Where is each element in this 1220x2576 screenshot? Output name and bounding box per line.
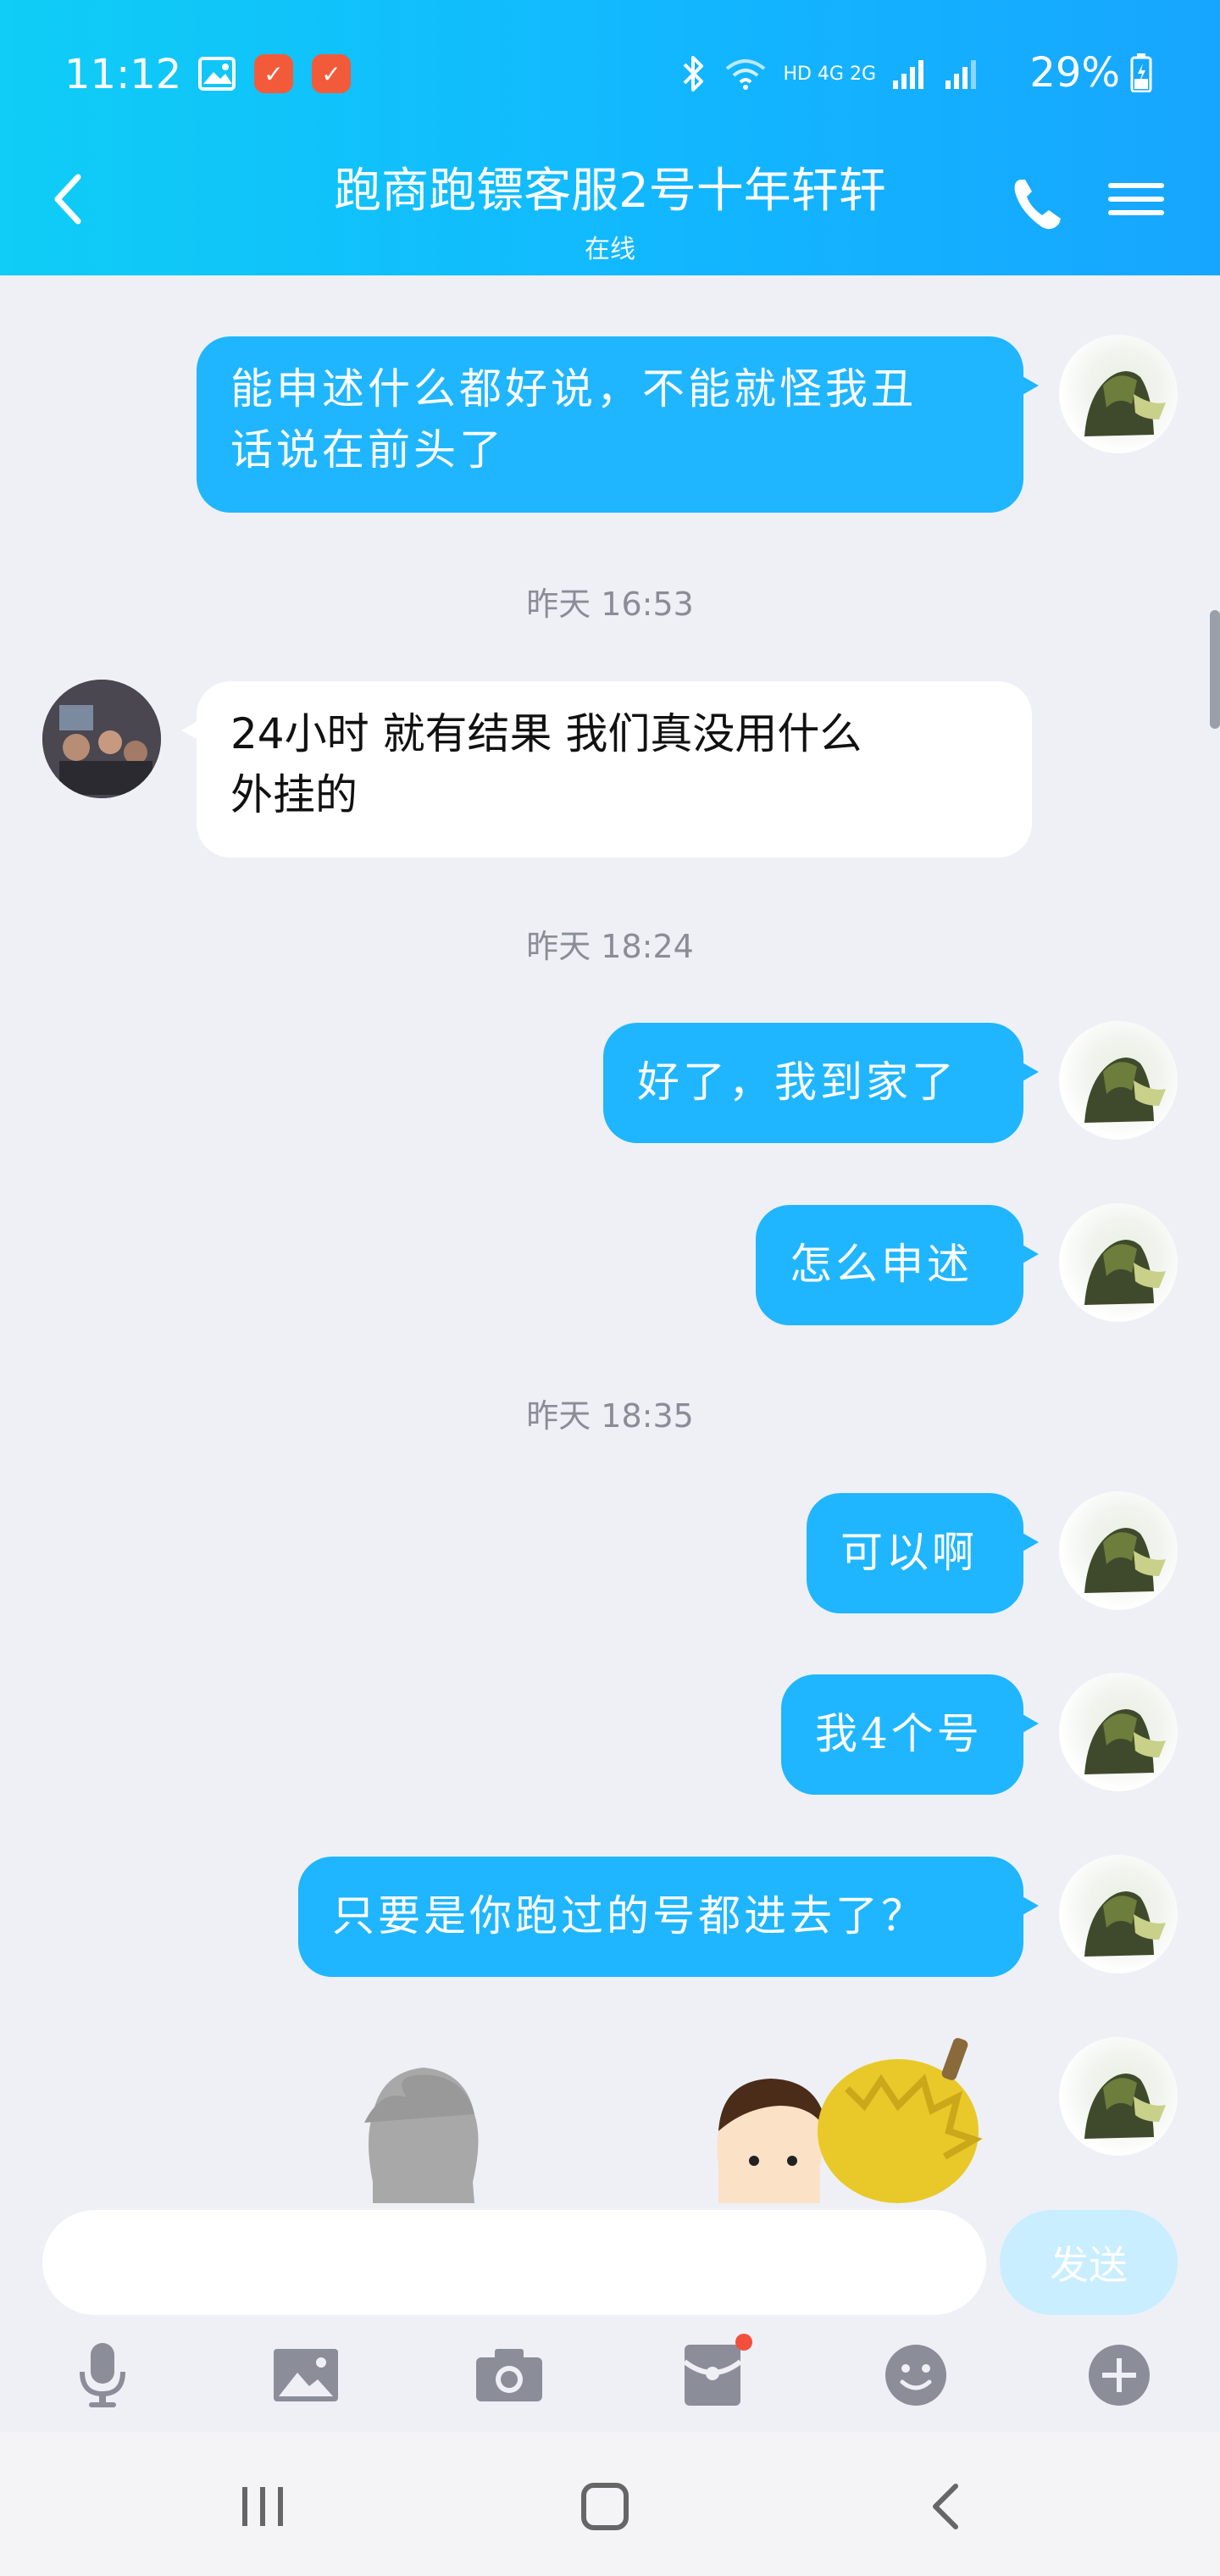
photo-button[interactable] [268,2337,344,2413]
my-avatar[interactable] [1059,1673,1178,1791]
network-label: HD 4G 2G [783,63,876,85]
menu-line [1108,183,1164,188]
avatar-image [1084,1709,1166,1774]
wifi-icon [726,59,766,90]
home-icon [581,2483,629,2530]
avatar-image [1084,371,1166,436]
input-bar: 发送 [0,2203,1220,2315]
outgoing-message[interactable]: 只要是你跑过的号都进去了？ [298,1857,1039,1977]
message-text: 只要是你跑过的号都进去了？ [332,1891,927,1940]
red-packet-icon [683,2345,742,2406]
battery-percent: 29% [1029,49,1120,97]
avatar-image [1084,1240,1166,1305]
camera-button[interactable] [471,2337,547,2413]
message-text-line: 外挂的 [230,770,358,819]
camera-icon [476,2349,542,2401]
avatar-image [1084,1058,1166,1123]
send-button[interactable]: 发送 [1000,2210,1178,2315]
message-text-line: 能申述什么都好说，不能就怪我丑 [230,364,917,414]
message-text-line: 话说在前头了 [230,425,505,475]
scrollbar[interactable] [1210,610,1220,729]
sticker-message[interactable] [339,2038,1008,2203]
system-icons: HD 4G 2G [678,54,981,93]
avatar-image [1084,1528,1166,1593]
voice-call-button[interactable] [1008,175,1068,234]
signal-icon-2 [946,60,976,89]
message-input[interactable] [42,2210,986,2315]
battery-icon [1130,53,1152,92]
system-nav-bar [0,2432,1220,2576]
gallery-notification-icon [198,57,236,91]
contact-avatar[interactable] [42,680,161,798]
app-notification-icon-2: ✓ [312,54,351,93]
outgoing-message[interactable]: 好了，我到家了 [603,1023,1039,1143]
avatar-image [42,680,161,798]
bluetooth-icon [684,56,704,92]
avatar-image [1084,2074,1166,2139]
phone-icon [1014,180,1061,230]
new-badge [735,2334,752,2351]
menu-line [1108,197,1164,202]
incoming-message[interactable]: 24小时 就有结果 我们真没用什么 外挂的 [181,681,1032,858]
message-text: 怎么申述 [790,1240,973,1289]
my-avatar[interactable] [1059,1203,1178,1322]
menu-line [1108,210,1164,215]
my-avatar[interactable] [1059,2037,1178,2156]
status-time: 11:12 [64,51,182,98]
message-text: 可以啊 [840,1528,978,1577]
notification-icons: ✓ ✓ [198,54,351,93]
message-text: 我4个号 [815,1709,983,1758]
timestamp: 昨天 18:35 [526,1397,694,1435]
my-avatar[interactable] [1059,1491,1178,1610]
my-avatar[interactable] [1059,1021,1178,1140]
status-bar: 11:12 ✓ ✓ HD 4G 2G 29% [0,0,1220,153]
my-avatar[interactable] [1059,335,1178,453]
plus-icon [1089,2345,1150,2406]
outgoing-message[interactable]: 怎么申述 [756,1205,1039,1325]
image-icon [274,2349,338,2401]
back-icon [933,2484,958,2529]
my-avatar[interactable] [1059,1855,1178,1974]
timestamp: 昨天 16:53 [526,586,694,623]
input-toolbar [0,2322,1220,2432]
voice-input-button[interactable] [64,2337,141,2413]
outgoing-message[interactable]: 我4个号 [781,1674,1039,1795]
outgoing-message[interactable]: 可以啊 [807,1493,1039,1613]
battery-indicator: 29% [1029,49,1152,97]
red-packet-button[interactable] [674,2334,752,2413]
timestamp: 昨天 18:24 [526,928,694,965]
message-list[interactable]: 能申述什么都好说，不能就怪我丑 话说在前头了 昨天 16:53 24小时 就有结… [0,275,1220,2207]
system-back-button[interactable] [912,2473,979,2540]
signal-icon [893,60,923,89]
outgoing-message[interactable]: 能申述什么都好说，不能就怪我丑 话说在前头了 [197,336,1039,513]
emoji-icon [885,2345,946,2406]
emoji-button[interactable] [878,2337,954,2413]
more-button[interactable] [1081,2337,1157,2413]
recent-apps-icon [242,2487,283,2526]
chat-header: 11:12 ✓ ✓ HD 4G 2G 29% 跑商跑镖客服2号十年轩轩 在线 [0,0,1220,275]
menu-button[interactable] [1108,175,1164,225]
avatar-image [1084,1891,1166,1957]
message-text-line: 24小时 就有结果 我们真没用什么 [230,709,862,758]
message-text: 好了，我到家了 [637,1058,957,1107]
home-button[interactable] [571,2473,639,2540]
app-notification-icon: ✓ [254,54,293,93]
microphone-icon [80,2343,125,2407]
recent-apps-button[interactable] [229,2473,297,2540]
